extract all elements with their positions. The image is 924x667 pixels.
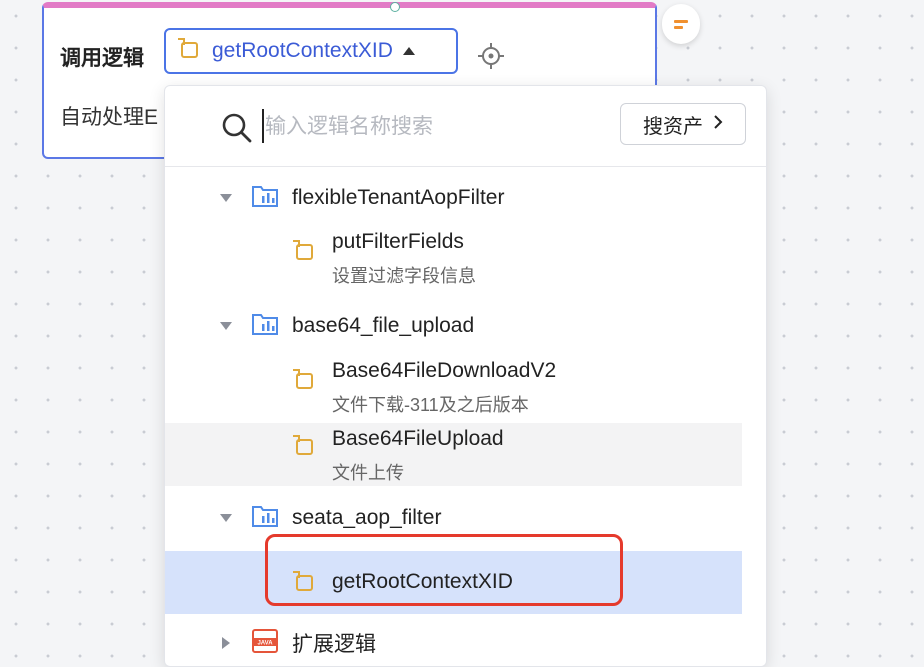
search-input[interactable] — [263, 106, 607, 148]
search-bar: 搜资产 — [165, 86, 766, 167]
logic-function-icon — [291, 238, 317, 269]
expand-caret-icon[interactable] — [220, 194, 232, 202]
tree-group-label: base64_file_upload — [292, 314, 475, 337]
node-connector-dot[interactable] — [390, 2, 400, 12]
menu-lines-icon — [674, 17, 688, 32]
tree-item-label: Base64FileUpload — [332, 427, 504, 450]
logic-function-icon — [291, 367, 317, 398]
tree-group-extension-logic[interactable]: JAVA 扩展逻辑 — [165, 623, 742, 663]
tree-item-base64-upload[interactable]: Base64FileUpload 文件上传 — [165, 423, 742, 486]
logic-function-icon — [291, 433, 317, 464]
selected-logic-value: getRootContextXID — [212, 39, 393, 62]
tree-group-label: 扩展逻辑 — [292, 633, 376, 656]
folder-module-icon — [251, 184, 279, 213]
tree-item-desc: 文件上传 — [332, 463, 404, 483]
tree-item-put-filter-fields[interactable]: putFilterFields 设置过滤字段信息 — [165, 222, 742, 286]
svg-text:JAVA: JAVA — [257, 640, 273, 646]
logic-dropdown: 搜资产 flexibleTenantAopFilter putFilterFie… — [164, 85, 767, 667]
caret-up-icon — [402, 47, 415, 55]
tree-group-label: seata_aop_filter — [292, 506, 442, 529]
search-icon — [221, 112, 253, 149]
tree-group-base64-file-upload[interactable]: base64_file_upload — [165, 306, 742, 346]
logic-function-icon — [176, 36, 202, 67]
tree-item-label: getRootContextXID — [332, 570, 513, 593]
expand-caret-icon[interactable] — [220, 514, 232, 522]
expand-caret-icon[interactable] — [220, 322, 232, 330]
folder-module-icon — [251, 504, 279, 533]
tree-item-label: putFilterFields — [332, 230, 464, 253]
logic-tree: flexibleTenantAopFilter putFilterFields … — [165, 166, 766, 666]
search-assets-button[interactable]: 搜资产 — [620, 103, 746, 145]
tree-group-flexible-tenant[interactable]: flexibleTenantAopFilter — [165, 178, 742, 218]
tree-group-seata-aop-filter[interactable]: seata_aop_filter — [165, 498, 742, 538]
tree-item-get-root-context-xid[interactable]: getRootContextXID — [165, 551, 742, 614]
locate-icon[interactable] — [477, 42, 505, 75]
node-subtitle: 自动处理E — [60, 106, 159, 129]
node-menu-button[interactable] — [662, 4, 700, 44]
logic-select[interactable]: getRootContextXID — [164, 28, 458, 74]
node-title: 调用逻辑 — [60, 47, 144, 70]
tree-item-desc: 文件下载-311及之后版本 — [332, 395, 529, 415]
logic-function-icon — [291, 569, 317, 600]
java-icon: JAVA — [251, 628, 279, 659]
tree-item-desc: 设置过滤字段信息 — [332, 266, 476, 286]
tree-item-label: Base64FileDownloadV2 — [332, 359, 557, 382]
folder-module-icon — [251, 312, 279, 341]
chevron-right-icon — [713, 113, 723, 136]
expand-caret-icon[interactable] — [222, 637, 230, 649]
tree-group-label: flexibleTenantAopFilter — [292, 186, 505, 209]
tree-item-base64-download[interactable]: Base64FileDownloadV2 文件下载-311及之后版本 — [165, 351, 742, 415]
search-assets-label: 搜资产 — [643, 115, 703, 138]
